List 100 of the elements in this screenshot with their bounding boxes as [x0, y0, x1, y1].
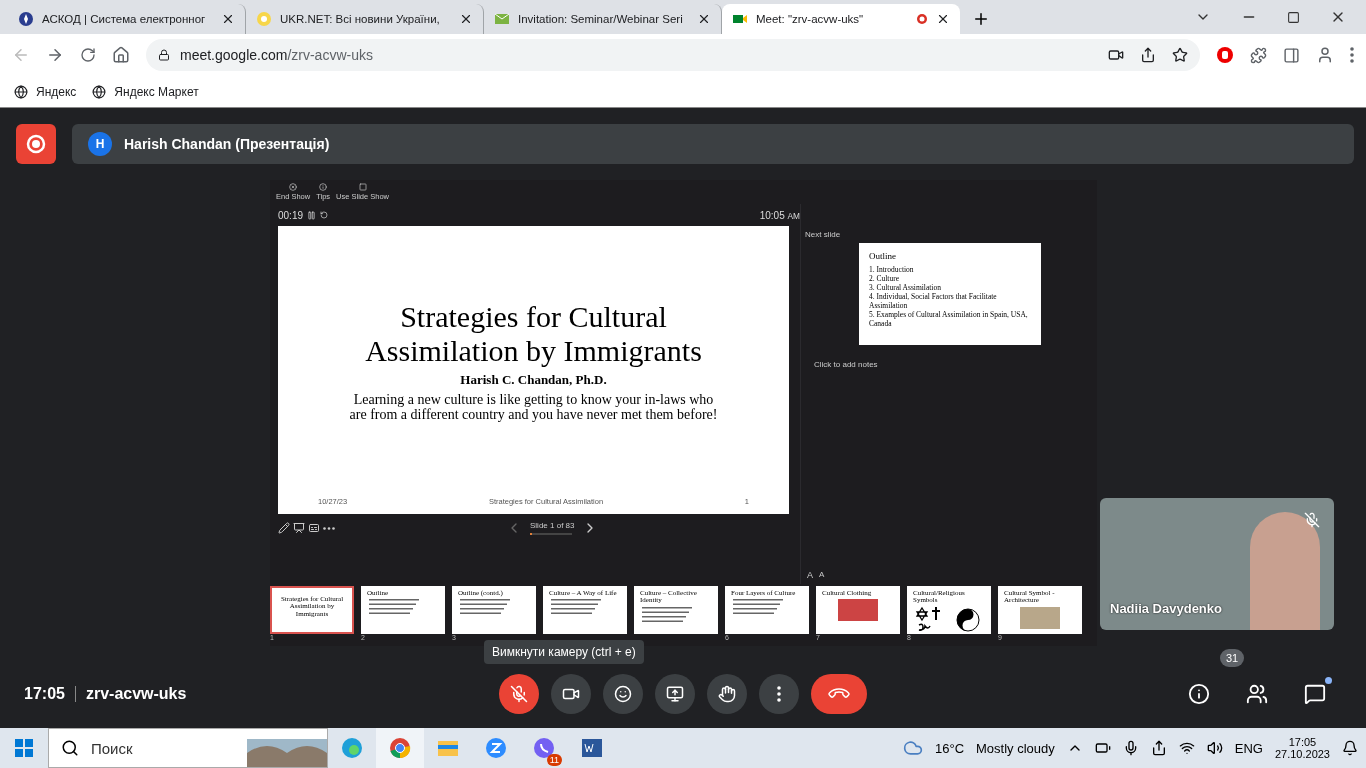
close-icon[interactable]: [697, 12, 711, 26]
participant-count: 31: [1220, 649, 1245, 667]
more-icon: [777, 686, 781, 702]
presentation-icon[interactable]: [293, 522, 305, 534]
temperature: 16°C: [934, 740, 964, 756]
slide-author: Harish C. Chandan, Ph.D.: [460, 372, 607, 388]
menu-icon[interactable]: [1350, 47, 1354, 63]
people-icon: [1246, 683, 1268, 705]
recording-button[interactable]: [16, 124, 56, 164]
slide-counter: Slide 1 of 83: [530, 521, 575, 530]
new-tab-icon[interactable]: [972, 10, 990, 28]
chat-icon: [1304, 683, 1326, 705]
slide-title: Strategies for Cultural Assimilation by Immigrants: [364, 300, 703, 368]
captions-icon[interactable]: [308, 522, 320, 534]
lock-icon: [158, 49, 170, 61]
text-size-button[interactable]: A: [819, 570, 825, 580]
star-icon[interactable]: [1172, 47, 1188, 63]
present-button[interactable]: [655, 674, 695, 714]
more-button[interactable]: [759, 674, 799, 714]
share-icon[interactable]: [1150, 740, 1167, 756]
tab-title: Invitation: Seminar/Webinar Seri: [518, 13, 684, 25]
close-icon[interactable]: [459, 12, 473, 26]
clock: 10:05 AM: [759, 209, 800, 221]
tab-title: Meet: "zrv-acvw-uks": [756, 13, 865, 25]
network-icon[interactable]: [1178, 740, 1195, 756]
extension-icon[interactable]: [1216, 46, 1234, 64]
pen-icon[interactable]: [278, 522, 290, 534]
cloud-icon: [902, 738, 923, 758]
presenter-label: Harish Chandan (Презентація): [124, 136, 330, 152]
language-indicator[interactable]: ENG: [1234, 740, 1263, 756]
photo-placeholder: [1020, 606, 1060, 629]
document-icon: [581, 737, 603, 759]
share-icon[interactable]: [1140, 47, 1156, 63]
camera-button[interactable]: [551, 674, 591, 714]
volume-icon[interactable]: [1206, 740, 1223, 756]
search-icon: [61, 739, 79, 757]
weather-text: Mostly cloudy: [976, 740, 1055, 756]
reload-icon[interactable]: [80, 47, 96, 63]
envelope-icon: [494, 11, 510, 27]
meeting-code: zrv-acvw-uks: [85, 685, 187, 703]
letter-z-icon: [485, 737, 507, 759]
notifications-icon[interactable]: [1342, 740, 1358, 756]
symbols-drawing: [913, 604, 983, 632]
slide-quote: Learning a new culture is like getting to know your in-laws who are from a different country and you have never met them before!: [348, 392, 719, 422]
window-icon: [358, 183, 367, 191]
notification-badge: 11: [546, 754, 562, 766]
text-size-button[interactable]: A: [807, 570, 813, 580]
record-icon: [26, 134, 46, 154]
bookmark[interactable]: Яндекс: [14, 84, 77, 99]
info-icon: [319, 183, 328, 191]
end-call-button[interactable]: [811, 674, 867, 714]
home-icon[interactable]: [112, 46, 130, 64]
close-icon[interactable]: [221, 12, 235, 26]
emoji-button[interactable]: [603, 674, 643, 714]
search-field[interactable]: Поиск: [89, 738, 209, 758]
browser-tab[interactable]: Meet: "zrv-acvw-uks": [722, 4, 960, 34]
address-bar[interactable]: meet.google.com/zrv-acvw-uks: [146, 39, 1200, 71]
slide-title: Outline: [869, 251, 897, 261]
windows-icon: [15, 739, 33, 757]
maximize-icon[interactable]: [1287, 10, 1300, 24]
raise-hand-button[interactable]: [707, 674, 747, 714]
next-slide-label: Next slide: [805, 230, 842, 239]
tray-date: 27.10.2023: [1274, 748, 1330, 760]
tray-time: 17:05: [1288, 736, 1317, 748]
tab-title: UKR.NET: Всі новини України,: [280, 13, 441, 25]
close-icon: [289, 183, 298, 191]
browser-icon: [389, 737, 411, 759]
forward-icon[interactable]: [46, 46, 64, 64]
side-panel-icon[interactable]: [1283, 46, 1300, 64]
mic-off-icon: [1304, 512, 1320, 528]
profile-icon[interactable]: [1316, 46, 1334, 64]
mic-off-icon: [510, 685, 528, 703]
close-icon[interactable]: [936, 12, 950, 26]
hand-icon: [718, 685, 736, 703]
battery-icon[interactable]: [1094, 740, 1111, 756]
bookmark[interactable]: Яндекс Маркет: [92, 84, 199, 99]
participant-name: Nadiia Davydenko: [1110, 601, 1222, 616]
present-icon: [666, 685, 684, 703]
avatar: H: [88, 132, 112, 156]
text-lines-drawing: [640, 606, 692, 625]
photo-placeholder: [838, 599, 878, 622]
notes-field[interactable]: Click to add notes: [809, 357, 1049, 372]
taskbar-app-button[interactable]: [376, 728, 424, 768]
extensions-icon[interactable]: [1250, 46, 1267, 64]
folder-icon: [437, 738, 459, 758]
info-icon: [1188, 683, 1210, 705]
restart-icon[interactable]: [320, 211, 329, 219]
smile-icon: [614, 685, 632, 703]
taskbar-app-button[interactable]: 11: [520, 728, 568, 768]
compass-icon: [18, 11, 34, 27]
tooltip: Вимкнути камеру (ctrl + e): [484, 640, 644, 664]
tab-title: АСКОД | Система електронног: [42, 13, 207, 25]
pause-icon[interactable]: [307, 210, 317, 220]
phone-bubble-icon: [533, 737, 555, 759]
url-text: meet.google.com/zrv-acvw-uks: [180, 47, 373, 63]
timer: 00:19: [278, 209, 304, 221]
microphone-button[interactable]: [499, 674, 539, 714]
meeting-time: 17:05: [24, 685, 65, 703]
camera-icon[interactable]: [1108, 47, 1124, 63]
more-icon[interactable]: [323, 526, 335, 530]
